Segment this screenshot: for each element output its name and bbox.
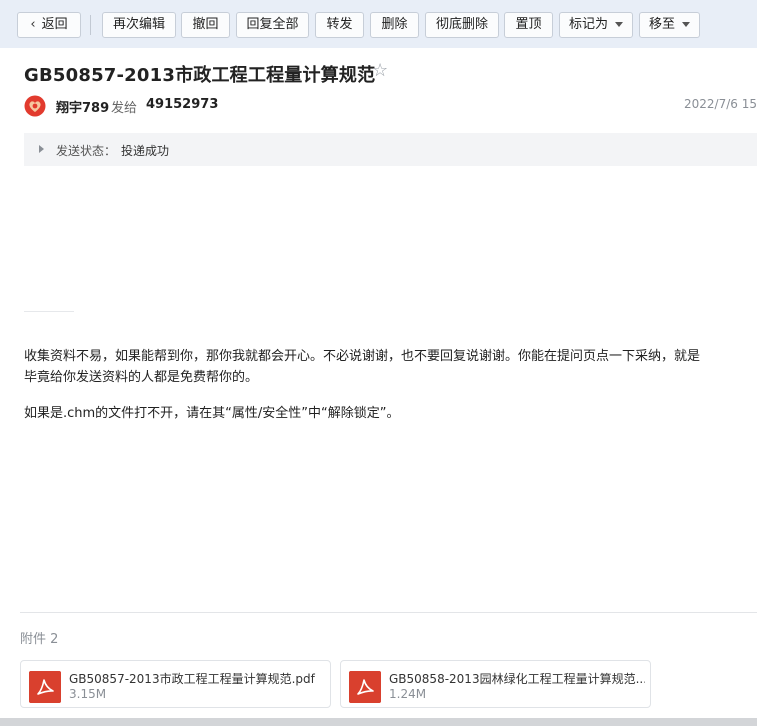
horizontal-scrollbar[interactable] [0, 718, 757, 726]
attachments-count: 附件 2 [20, 632, 59, 647]
attachments-divider [20, 612, 757, 613]
star-icon[interactable]: ☆ [372, 60, 388, 81]
attachment-size: 3.15M [69, 687, 107, 701]
attachment-card[interactable]: GB50857-2013市政工程工程量计算规范.pdf 3.15M [20, 660, 331, 708]
reply-all-button[interactable]: 回复全部 [236, 12, 309, 38]
mail-subject: GB50857-2013市政工程工程量计算规范 [24, 65, 376, 86]
delivery-status-label: 发送状态： [56, 144, 117, 158]
mail-toolbar: ‹ 返回 再次编辑 撤回 回复全部 转发 删除 彻底删除 置顶 标记为 移至 [0, 0, 757, 48]
body-paragraph-2: 如果是.chm的文件打不开，请在其“属性/安全性”中“解除锁定”。 [24, 406, 400, 421]
recall-button[interactable]: 撤回 [181, 12, 230, 38]
move-to-dropdown[interactable]: 移至 [639, 12, 700, 38]
attachment-card[interactable]: GB50858-2013园林绿化工程工程量计算规范.... 1.24M [340, 660, 651, 708]
caret-down-icon [615, 22, 623, 27]
mark-as-label: 标记为 [568, 17, 608, 32]
attachment-name: GB50858-2013园林绿化工程工程量计算规范.... [389, 672, 645, 686]
pdf-icon [29, 671, 61, 703]
pdf-icon [349, 671, 381, 703]
re-edit-button[interactable]: 再次编辑 [102, 12, 176, 38]
body-paragraph-1-continued: 毕竟给你发送资料的人都是免费帮你的。 [24, 370, 259, 385]
forward-button[interactable]: 转发 [315, 12, 364, 38]
sender-name[interactable]: 翔宇789 [56, 97, 109, 116]
delivery-status-value: 投递成功 [121, 144, 170, 158]
body-divider [24, 311, 74, 312]
mark-as-dropdown[interactable]: 标记为 [559, 12, 633, 38]
attachment-size: 1.24M [389, 687, 427, 701]
pin-top-button[interactable]: 置顶 [504, 12, 553, 38]
delete-button[interactable]: 删除 [370, 12, 419, 38]
recipient-name[interactable]: 49152973 [146, 97, 218, 112]
back-label: 返回 [41, 17, 68, 32]
caret-down-icon [682, 22, 690, 27]
delete-permanently-button[interactable]: 彻底删除 [425, 12, 499, 38]
delivery-status-bar[interactable]: 发送状态： 投递成功 [24, 133, 757, 166]
attachment-name: GB50857-2013市政工程工程量计算规范.pdf [69, 672, 315, 686]
avatar-icon[interactable] [24, 95, 46, 117]
toolbar-divider [90, 15, 91, 35]
back-button[interactable]: ‹ 返回 [17, 12, 81, 38]
body-paragraph-1: 收集资料不易，如果能帮到你，那你我就都会开心。不必说谢谢，也不要回复说谢谢。你能… [24, 349, 701, 364]
sent-date: 2022/7/6 15 [684, 97, 757, 111]
move-to-label: 移至 [648, 17, 675, 32]
chevron-left-icon: ‹ [30, 17, 36, 32]
triangle-right-icon [39, 145, 44, 153]
sent-to-label: 发给 [111, 101, 138, 116]
